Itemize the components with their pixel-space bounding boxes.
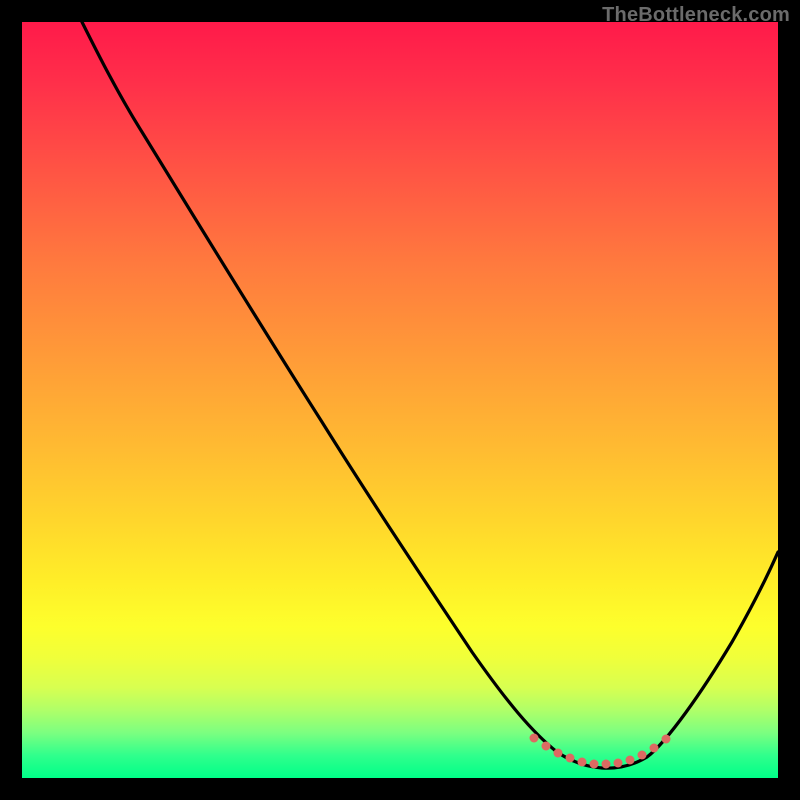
- chart-container: TheBottleneck.com: [0, 0, 800, 800]
- plot-area: [22, 22, 778, 778]
- gradient-background: [22, 22, 778, 778]
- watermark-text: TheBottleneck.com: [602, 4, 790, 27]
